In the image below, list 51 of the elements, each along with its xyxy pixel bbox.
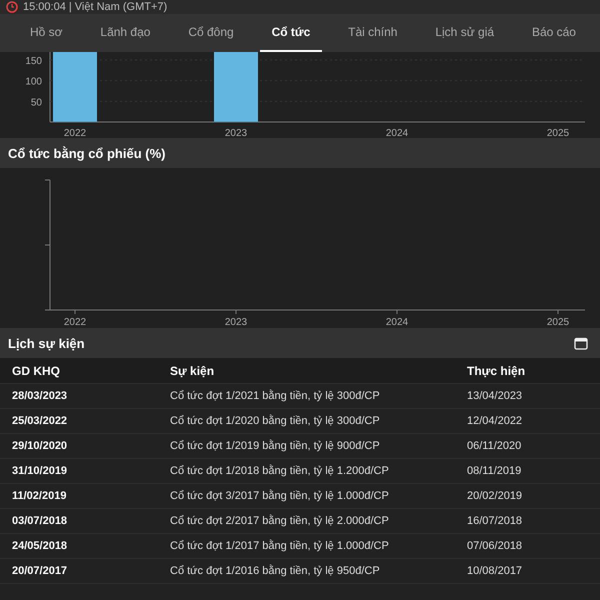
x-axis-label: 2024: [386, 128, 408, 138]
x-axis-label: 2022: [64, 128, 86, 138]
section-title: Cổ tức bằng cổ phiếu (%): [8, 146, 166, 160]
table-cell-text: Cổ tức đợt 1/2016 bằng tiền, tỷ lệ 950đ/CP: [169, 565, 381, 577]
time-zone-text: 15:00:04 | Việt Nam (GMT+7): [23, 1, 168, 13]
y-axis-label: 100: [25, 76, 42, 88]
table-cell-text: 24/05/2018: [11, 540, 68, 552]
x-axis-label: 2023: [224, 317, 248, 328]
bar: [214, 52, 258, 122]
y-axis-label: 150: [25, 56, 42, 67]
y-axis-label: 50: [30, 97, 42, 108]
table-cell-text: 07/06/2018: [466, 540, 524, 552]
table-cell-text: 25/03/2022: [11, 415, 68, 427]
table-cell-text: Cổ tức đợt 1/2020 bằng tiền, tỷ lệ 300đ/CP: [169, 415, 381, 427]
table-cell-text: Cổ tức đợt 3/2017 bằng tiền, tỷ lệ 1.000đ/CP: [169, 490, 390, 502]
table-cell-text: 12/04/2022: [466, 415, 524, 427]
tab[interactable]: Báo cáo: [520, 14, 588, 52]
tab[interactable]: Cổ đông: [176, 14, 246, 52]
table-cell-text: 29/10/2020: [11, 440, 68, 452]
table-cell-text: Cổ tức đợt 1/2019 bằng tiền, tỷ lệ 900đ/CP: [169, 440, 381, 452]
column-header: Sự kiện: [169, 364, 216, 378]
table-cell-text: 08/11/2019: [466, 465, 522, 477]
table-cell-text: 10/08/2017: [466, 565, 524, 577]
clock-icon: [6, 1, 18, 13]
tab[interactable]: Tài chính: [336, 14, 410, 52]
table-cell-text: 31/10/2019: [11, 465, 68, 477]
column-header: GD KHQ: [11, 364, 61, 378]
table-cell-text: 20/02/2019: [466, 490, 524, 502]
calendar-icon[interactable]: [574, 336, 588, 350]
table-cell-text: Cổ tức đợt 1/2018 bằng tiền, tỷ lệ 1.200đ/CP: [169, 465, 390, 477]
x-axis-label: 2023: [224, 128, 248, 138]
bar: [53, 52, 97, 122]
tab[interactable]: Hồ sơ: [18, 14, 75, 52]
x-axis-label: 2022: [64, 317, 86, 328]
table-cell-text: 03/07/2018: [11, 515, 68, 527]
table-cell-text: 16/07/2018: [466, 515, 524, 527]
table-cell-text: 28/03/2023: [11, 390, 68, 402]
table-cell-text: Cổ tức đợt 1/2017 bằng tiền, tỷ lệ 1.000đ/CP: [169, 540, 390, 552]
table-cell-text: 06/11/2020: [466, 440, 522, 452]
x-axis-label: 2024: [386, 317, 408, 328]
tab[interactable]: Lãnh đạo: [88, 14, 162, 52]
table-cell-text: Cổ tức đợt 1/2021 bằng tiền, tỷ lệ 300đ/CP: [169, 390, 381, 402]
tab[interactable]: Lịch sử giá: [423, 14, 506, 52]
table-cell-text: Cổ tức đợt 2/2017 bằng tiền, tỷ lệ 2.000đ/CP: [169, 515, 390, 527]
table-cell-text: 13/04/2023: [466, 390, 524, 402]
table-cell-text: 11/02/2019: [11, 490, 68, 502]
table-cell-text: 20/07/2017: [11, 565, 68, 577]
x-axis-label: 2025: [546, 317, 570, 328]
column-header: Thực hiện: [466, 364, 526, 378]
section-title: Lịch sự kiện: [8, 336, 85, 350]
x-axis-label: 2025: [546, 128, 570, 138]
